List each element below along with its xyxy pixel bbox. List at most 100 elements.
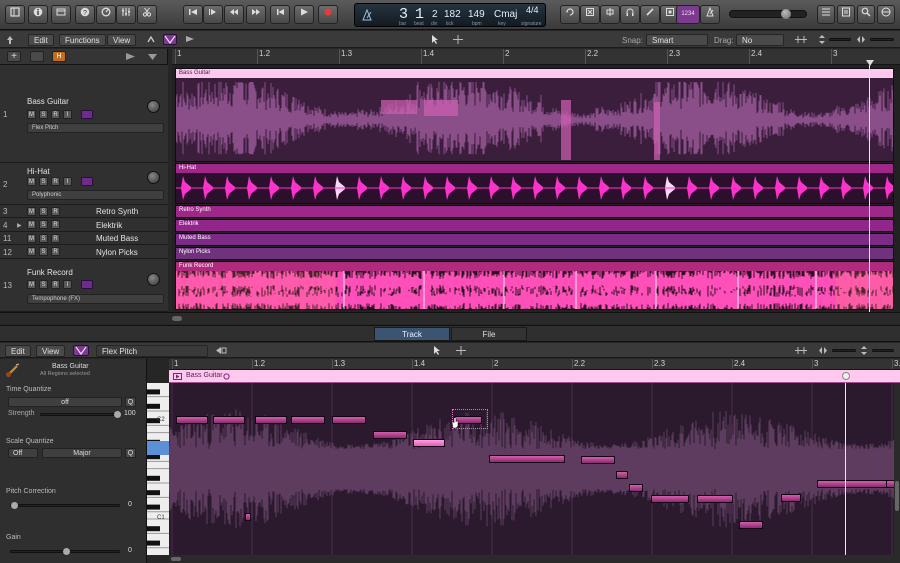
pitch-note[interactable] (697, 495, 733, 503)
track-header-elektrik[interactable]: 4 ▶ M S R Elektrik (0, 218, 168, 232)
add-track-button[interactable]: + (7, 51, 21, 62)
input-monitor-button[interactable]: I (63, 280, 72, 289)
waveform-zoom-icon[interactable] (794, 34, 808, 45)
piano-keyboard[interactable] (147, 381, 169, 555)
tracks-view-menu[interactable]: View (107, 34, 137, 46)
mute-button[interactable]: M (27, 207, 36, 216)
smart-controls-button[interactable] (96, 5, 116, 24)
flex-mode-button[interactable] (163, 34, 177, 45)
track-header-bass-guitar[interactable]: 1 Bass Guitar M S R I Flex Pitch (0, 65, 168, 163)
tuner-button[interactable] (600, 5, 620, 24)
vertical-zoom-slider[interactable] (829, 38, 851, 41)
browser-button[interactable] (877, 5, 895, 24)
record-enable-button[interactable]: R (51, 234, 60, 243)
black-key[interactable] (147, 540, 160, 546)
go-to-start-button[interactable] (270, 5, 290, 24)
track-header-hi-hat[interactable]: 2 Hi-Hat M S R I Polyphonic (0, 163, 168, 205)
mute-button[interactable]: M (27, 110, 36, 119)
toolbar-button[interactable] (51, 5, 71, 24)
pointer-tool-icon[interactable] (428, 34, 442, 45)
pitch-correction-knob[interactable] (11, 502, 18, 509)
list-editors-button[interactable] (817, 5, 835, 24)
pitch-note[interactable] (176, 416, 208, 424)
pitch-note[interactable] (332, 416, 366, 424)
horizontal-zoom-icon[interactable] (856, 34, 866, 45)
record-enable-button[interactable]: R (51, 110, 60, 119)
volume-knob[interactable] (147, 273, 160, 286)
pitch-note[interactable] (245, 513, 251, 521)
strength-slider[interactable] (40, 411, 121, 418)
mixer-button[interactable] (116, 5, 136, 24)
solo-button[interactable] (620, 5, 640, 24)
editor-secondary-tool-icon[interactable] (454, 345, 468, 356)
tab-file[interactable]: File (451, 327, 527, 341)
fast-forward-button[interactable] (246, 5, 266, 24)
editor-playhead-marker-icon[interactable] (842, 372, 850, 380)
hide-tracks-button[interactable]: H (52, 51, 66, 62)
gain-knob[interactable] (63, 548, 70, 555)
editor-edit-menu[interactable]: Edit (5, 345, 31, 357)
help-button[interactable]: ? (75, 5, 95, 24)
master-volume-slider[interactable] (729, 9, 807, 19)
track-header-funk-record[interactable]: 13 Funk Record M S R I Tempophone (FX) (0, 259, 168, 312)
region-nylon-picks[interactable]: Nylon Picks (175, 247, 894, 260)
editor-vertical-zoom-icon[interactable] (860, 345, 868, 356)
editors-button[interactable] (137, 5, 157, 24)
region-hi-hat[interactable]: Hi-Hat (175, 163, 894, 204)
editor-flex-button[interactable] (73, 345, 89, 356)
flex-pitch-editor[interactable] (169, 383, 900, 555)
input-monitor-button[interactable]: I (63, 177, 72, 186)
link-icon[interactable] (214, 345, 228, 356)
pitch-note[interactable] (581, 456, 615, 464)
catch-playhead-icon[interactable] (5, 35, 15, 45)
black-key[interactable] (147, 403, 160, 409)
pitch-note[interactable] (616, 471, 628, 479)
editor-region-header[interactable]: Bass Guitar (169, 370, 900, 383)
pitch-note[interactable] (817, 480, 887, 488)
rewind-button[interactable] (183, 5, 203, 24)
time-quantize-select[interactable]: off (8, 397, 122, 407)
pitch-note[interactable] (739, 521, 763, 529)
play-from-start-button[interactable] (203, 5, 223, 24)
notepad-button[interactable] (837, 5, 855, 24)
black-key[interactable] (147, 504, 160, 510)
volume-knob[interactable] (147, 100, 160, 113)
pitch-correction-slider[interactable] (10, 502, 120, 509)
flex-algorithm-select[interactable]: Flex Pitch (96, 345, 208, 357)
pitch-note[interactable] (629, 484, 643, 492)
solo-button[interactable]: S (39, 234, 48, 243)
pitch-note[interactable] (291, 416, 325, 424)
volume-knob[interactable] (147, 171, 160, 184)
black-key[interactable] (147, 490, 160, 496)
flex-on-button[interactable] (81, 110, 93, 119)
editor-h-scrollbar[interactable] (169, 555, 900, 563)
disclosure-triangle-icon[interactable]: ▶ (17, 222, 22, 229)
region-muted-bass[interactable]: Muted Bass (175, 233, 894, 246)
pitch-note[interactable] (489, 455, 565, 463)
solo-button[interactable]: S (39, 247, 48, 256)
editor-h-scroll-thumb[interactable] (171, 557, 181, 561)
pencil-button[interactable] (640, 5, 660, 24)
solo-button[interactable]: S (39, 177, 48, 186)
pitch-note[interactable] (373, 431, 407, 439)
play-button[interactable] (294, 5, 314, 24)
time-quantize-q-button[interactable]: Q (125, 397, 136, 407)
drag-select[interactable]: No Overlap (736, 34, 784, 57)
flex-mode-select[interactable]: Tempophone (FX) (27, 294, 164, 304)
playhead[interactable] (869, 65, 870, 312)
replace-button[interactable] (580, 5, 600, 24)
flex-on-button[interactable] (81, 177, 93, 186)
tracks-scrollbar[interactable] (0, 312, 900, 324)
editor-v-scroll-thumb[interactable] (895, 481, 899, 511)
scale-quantize-scale-select[interactable]: Major (42, 448, 122, 458)
tracks-edit-menu[interactable]: Edit (28, 34, 54, 46)
global-tracks-button[interactable] (30, 51, 44, 62)
track-header-muted-bass[interactable]: 11 M S R Muted Bass (0, 232, 168, 245)
scroll-thumb[interactable] (172, 316, 182, 321)
fast-rewind-button[interactable] (224, 5, 244, 24)
pitch-note[interactable] (255, 416, 287, 424)
solo-button[interactable]: S (39, 220, 48, 229)
track-list-icon[interactable] (125, 52, 136, 61)
pitch-note[interactable] (651, 495, 689, 503)
editor-v-scrollbar[interactable] (894, 383, 900, 555)
